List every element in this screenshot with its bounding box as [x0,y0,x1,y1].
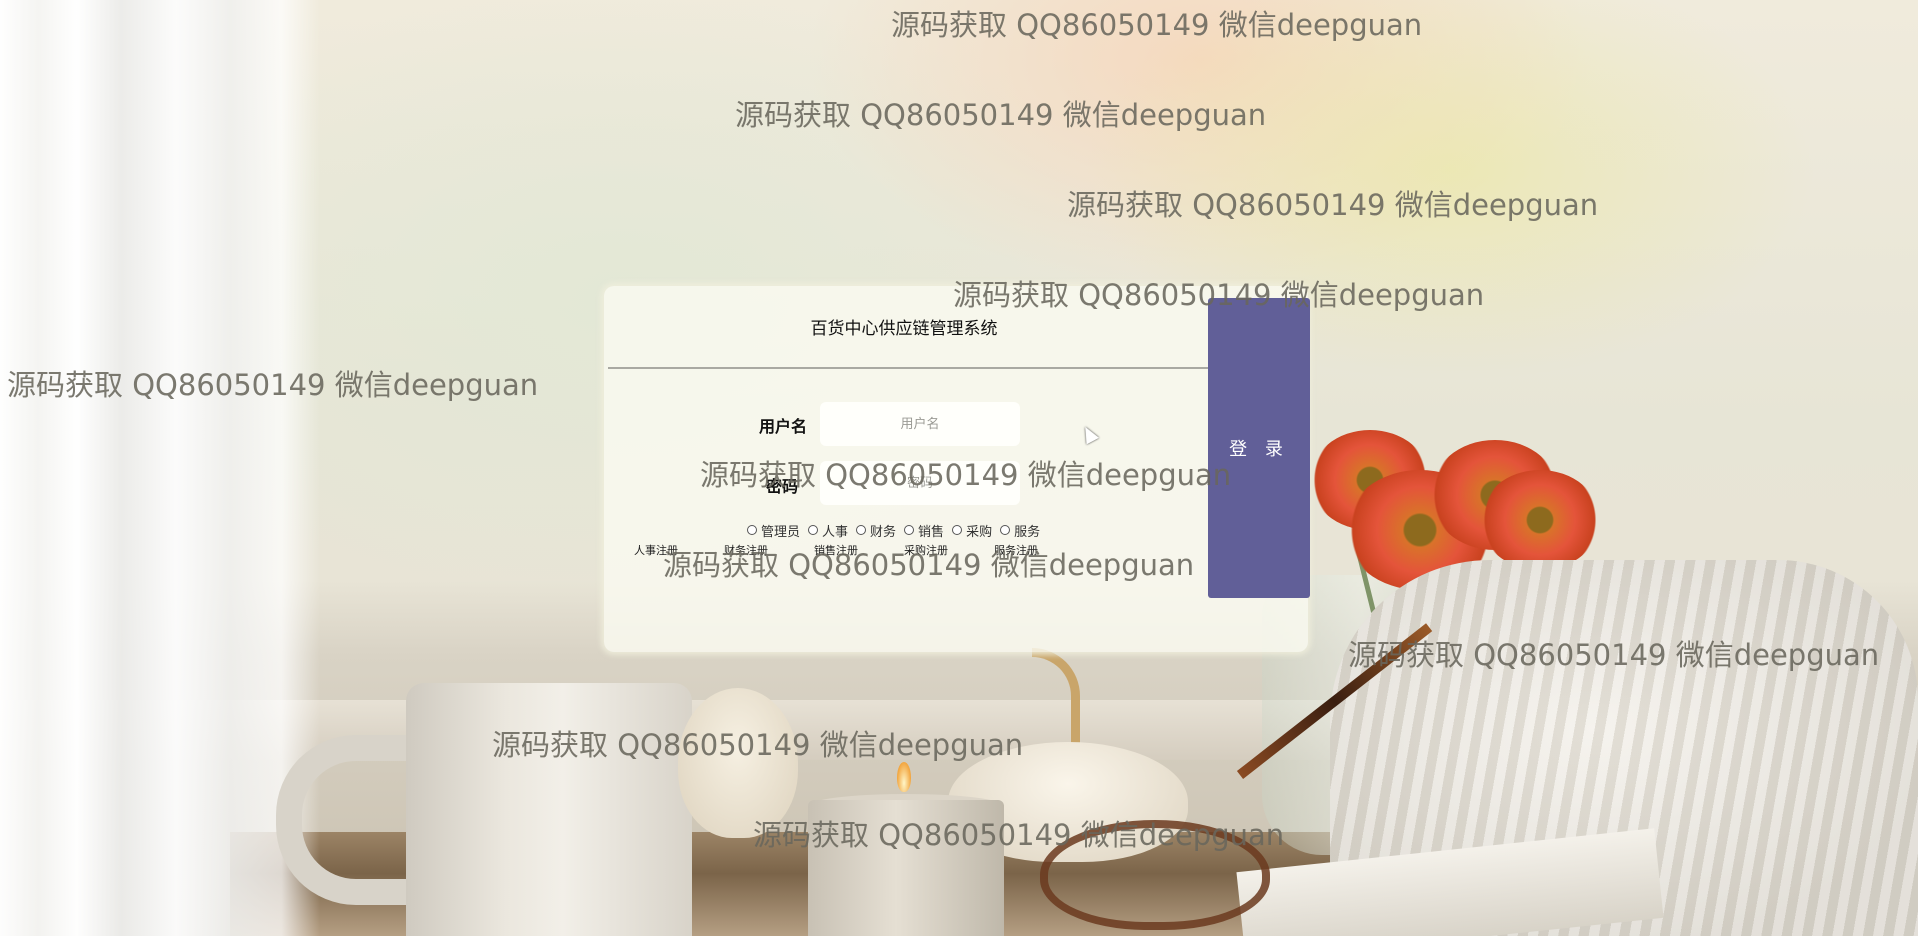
pumpkin-stem-image [1032,648,1080,748]
role-label: 服务 [1014,524,1041,540]
radio-circle-icon[interactable] [952,525,963,535]
candle-flame-image [897,762,911,792]
radio-circle-icon[interactable] [1000,525,1011,535]
role-option-admin[interactable]: 管理员 [747,521,800,540]
role-option-purchase[interactable]: 采购 [952,521,992,540]
register-link-sales[interactable]: 销售注册 [814,542,858,558]
username-input[interactable] [820,402,1020,446]
username-label: 用户名 [759,417,808,436]
pumpkin-image [678,688,798,838]
password-input[interactable] [820,461,1020,505]
role-radio-group: 管理员 人事 财务 销售 采购 服务 [747,520,1040,540]
register-link-hr[interactable]: 人事注册 [634,542,678,558]
role-label: 采购 [966,524,993,540]
radio-circle-icon[interactable] [747,525,757,535]
role-option-finance[interactable]: 财务 [856,521,896,540]
password-label: 密码 [766,477,799,496]
curtain-image [0,0,320,936]
role-label: 财务 [870,524,897,540]
role-option-hr[interactable]: 人事 [808,521,848,540]
glasses-image [1040,820,1270,930]
role-option-sales[interactable]: 销售 [904,521,944,540]
page-title: 百货中心供应链管理系统 [810,319,998,339]
watermark-text: 源码获取 QQ86050149 微信deepguan [735,98,1267,132]
mug-image [406,683,692,936]
watermark-text: 源码获取 QQ86050149 微信deepguan [1067,188,1599,222]
candle-image [808,800,1004,936]
radio-circle-icon[interactable] [808,525,819,535]
role-label: 销售 [918,524,945,540]
flower-image [1480,470,1600,570]
role-label: 人事 [822,524,849,540]
radio-circle-icon[interactable] [904,525,915,535]
role-label: 管理员 [761,524,801,540]
register-link-service[interactable]: 服务注册 [994,542,1038,558]
login-button[interactable]: 登 录 [1208,298,1310,598]
login-page: 百货中心供应链管理系统 用户名 密码 管理员 人事 财务 销售 [0,0,1918,936]
register-link-purchase[interactable]: 采购注册 [904,542,948,558]
register-link-finance[interactable]: 财务注册 [724,542,768,558]
title-divider [608,367,1212,369]
radio-circle-icon[interactable] [856,525,867,535]
register-links: 人事注册 财务注册 销售注册 采购注册 服务注册 [628,542,1048,558]
login-card: 百货中心供应链管理系统 用户名 密码 管理员 人事 财务 销售 [604,286,1308,652]
role-option-service[interactable]: 服务 [1000,521,1040,540]
mug-handle-image [276,735,426,905]
watermark-text: 源码获取 QQ86050149 微信deepguan [891,8,1423,42]
